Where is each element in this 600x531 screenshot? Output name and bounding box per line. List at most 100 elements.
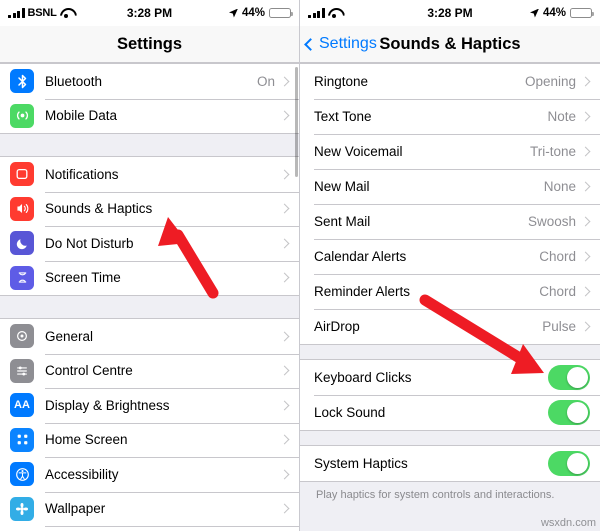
row-value: Opening bbox=[524, 74, 576, 89]
sidebar-item-label: Bluetooth bbox=[45, 73, 103, 89]
row-label: System Haptics bbox=[314, 456, 408, 471]
battery-icon bbox=[269, 7, 293, 19]
chevron-right-icon bbox=[279, 76, 290, 87]
row-label: Ringtone bbox=[314, 74, 369, 89]
lock-sound-toggle[interactable] bbox=[548, 400, 590, 425]
sidebar-item-control-centre[interactable]: Control Centre bbox=[0, 353, 299, 388]
left-phone-screen: BSNL 3:28 PM 44% Settings Bluetooth On M… bbox=[0, 0, 300, 531]
keyboard-clicks-toggle[interactable] bbox=[548, 365, 590, 390]
row-new-voicemail[interactable]: New Voicemail Tri-tone bbox=[300, 134, 600, 169]
sidebar-item-do-not-disturb[interactable]: Do Not Disturb bbox=[0, 226, 299, 261]
row-label: Keyboard Clicks bbox=[314, 370, 412, 385]
row-airdrop[interactable]: AirDrop Pulse bbox=[300, 309, 600, 344]
left-status-left: BSNL bbox=[8, 7, 73, 19]
system-haptics-toggle[interactable] bbox=[548, 451, 590, 476]
sidebar-item-label: Sounds & Haptics bbox=[45, 201, 153, 217]
row-calendar-alerts[interactable]: Calendar Alerts Chord bbox=[300, 239, 600, 274]
wallpaper-icon bbox=[10, 496, 34, 521]
battery-percent-label: 44% bbox=[542, 7, 566, 19]
accessibility-icon bbox=[10, 462, 34, 487]
chevron-right-icon bbox=[279, 434, 290, 445]
chevron-right-icon bbox=[279, 331, 290, 342]
sidebar-item-label: Control Centre bbox=[45, 363, 133, 379]
right-status-bar: 3:28 PM 44% bbox=[300, 0, 600, 26]
chevron-right-icon bbox=[580, 216, 591, 227]
row-text-tone[interactable]: Text Tone Note bbox=[300, 99, 600, 134]
chevron-right-icon bbox=[279, 238, 290, 249]
chevron-right-icon bbox=[279, 272, 290, 283]
row-value: Swoosh bbox=[527, 214, 576, 229]
row-label: New Mail bbox=[314, 179, 370, 194]
dual-screenshot: BSNL 3:28 PM 44% Settings Bluetooth On M… bbox=[0, 0, 600, 531]
sidebar-item-label: Wallpaper bbox=[45, 501, 106, 517]
sounds-haptics-icon bbox=[10, 196, 34, 221]
wifi-icon bbox=[328, 8, 341, 18]
sidebar-item-mobile-data[interactable]: Mobile Data bbox=[0, 98, 299, 133]
row-system-haptics[interactable]: System Haptics bbox=[300, 446, 600, 481]
scrollbar-indicator[interactable] bbox=[295, 67, 298, 177]
sidebar-item-wallpaper[interactable]: Wallpaper bbox=[0, 491, 299, 526]
back-button[interactable]: Settings bbox=[304, 35, 377, 53]
sidebar-item-siri-search[interactable]: Siri & Search bbox=[0, 526, 299, 531]
chevron-left-icon bbox=[304, 37, 317, 51]
settings-group-alerts: Notifications Sounds & Haptics Do Not Di… bbox=[0, 156, 299, 296]
wifi-icon bbox=[60, 8, 73, 18]
carrier-label: BSNL bbox=[27, 7, 57, 19]
list-spacer bbox=[0, 134, 299, 156]
chevron-right-icon bbox=[580, 286, 591, 297]
list-spacer bbox=[300, 431, 600, 445]
row-sent-mail[interactable]: Sent Mail Swoosh bbox=[300, 204, 600, 239]
sidebar-item-accessibility[interactable]: Accessibility bbox=[0, 457, 299, 492]
sidebar-item-sounds-haptics[interactable]: Sounds & Haptics bbox=[0, 191, 299, 226]
chevron-right-icon bbox=[279, 503, 290, 514]
row-reminder-alerts[interactable]: Reminder Alerts Chord bbox=[300, 274, 600, 309]
sounds-haptics-list[interactable]: Ringtone Opening Text Tone Note New Voic… bbox=[300, 63, 600, 531]
left-settings-list[interactable]: Bluetooth On Mobile Data Notifications S… bbox=[0, 63, 299, 531]
left-status-bar: BSNL 3:28 PM 44% bbox=[0, 0, 299, 26]
sidebar-item-label: Mobile Data bbox=[45, 108, 118, 124]
row-ringtone[interactable]: Ringtone Opening bbox=[300, 64, 600, 99]
location-arrow-icon bbox=[228, 8, 238, 18]
sidebar-item-general[interactable]: General bbox=[0, 319, 299, 354]
page-title: Settings bbox=[116, 34, 183, 53]
left-status-right: 44% bbox=[228, 7, 293, 19]
sidebar-item-notifications[interactable]: Notifications bbox=[0, 157, 299, 192]
screen-time-icon bbox=[10, 265, 34, 290]
row-label: Reminder Alerts bbox=[314, 284, 411, 299]
row-label: Sent Mail bbox=[314, 214, 371, 229]
chevron-right-icon bbox=[279, 203, 290, 214]
list-spacer bbox=[0, 296, 299, 318]
control-centre-icon bbox=[10, 358, 34, 383]
sidebar-item-display-brightness[interactable]: AA Display & Brightness bbox=[0, 388, 299, 423]
chevron-right-icon bbox=[580, 181, 591, 192]
row-value: Note bbox=[547, 109, 576, 124]
row-value: Tri-tone bbox=[529, 144, 576, 159]
back-button-label: Settings bbox=[319, 35, 377, 52]
sidebar-item-label: Screen Time bbox=[45, 270, 121, 286]
row-keyboard-clicks[interactable]: Keyboard Clicks bbox=[300, 360, 600, 395]
do-not-disturb-icon bbox=[10, 231, 34, 256]
watermark-label: wsxdn.com bbox=[540, 517, 596, 529]
row-lock-sound[interactable]: Lock Sound bbox=[300, 395, 600, 430]
sidebar-item-value: On bbox=[256, 73, 275, 89]
row-label: Text Tone bbox=[314, 109, 372, 124]
battery-icon bbox=[570, 7, 594, 19]
right-status-right: 44% bbox=[529, 7, 594, 19]
chevron-right-icon bbox=[279, 469, 290, 480]
row-value: Chord bbox=[539, 249, 576, 264]
row-label: Calendar Alerts bbox=[314, 249, 407, 264]
sidebar-item-label: Do Not Disturb bbox=[45, 235, 134, 251]
right-nav-bar: Settings Sounds & Haptics bbox=[300, 26, 600, 63]
chevron-right-icon bbox=[580, 321, 591, 332]
chevron-right-icon bbox=[580, 251, 591, 262]
signal-bars-icon bbox=[308, 8, 325, 18]
sidebar-item-label: General bbox=[45, 328, 94, 344]
sidebar-item-home-screen[interactable]: Home Screen bbox=[0, 422, 299, 457]
sidebar-item-screen-time[interactable]: Screen Time bbox=[0, 260, 299, 295]
row-new-mail[interactable]: New Mail None bbox=[300, 169, 600, 204]
settings-group-system: General Control Centre AA Display & Brig… bbox=[0, 318, 299, 531]
right-status-left bbox=[308, 8, 341, 18]
row-label: Lock Sound bbox=[314, 405, 386, 420]
display-brightness-icon: AA bbox=[10, 393, 34, 418]
sidebar-item-bluetooth[interactable]: Bluetooth On bbox=[0, 64, 299, 99]
